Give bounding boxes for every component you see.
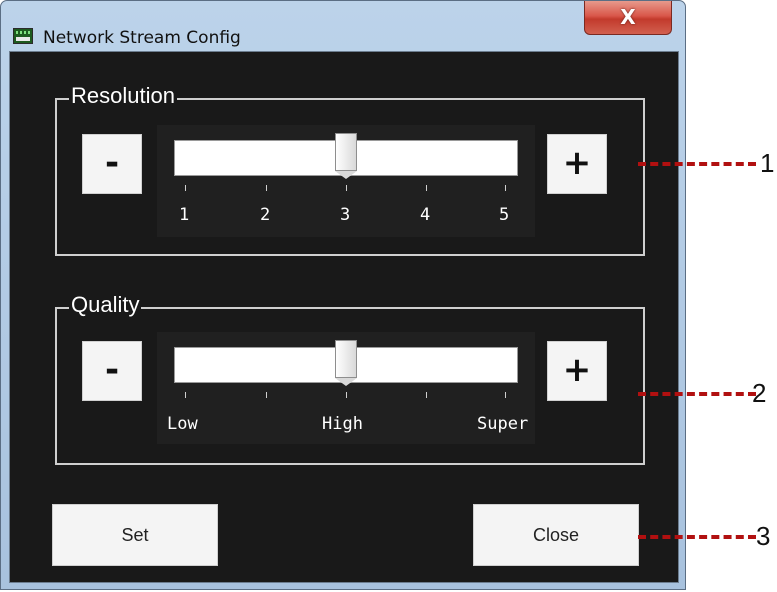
quality-slider-thumb[interactable]	[335, 340, 357, 378]
quality-tick	[505, 392, 506, 398]
resolution-tick-label: 3	[340, 205, 351, 225]
window-close-button[interactable]: X	[584, 1, 672, 35]
close-button[interactable]: Close	[473, 504, 639, 566]
callout-number-3: 3	[756, 521, 771, 551]
resolution-tick	[185, 185, 186, 191]
callout-number-1: 1	[760, 148, 775, 178]
app-icon	[13, 28, 33, 44]
resolution-tick	[346, 185, 347, 191]
quality-group: Quality - Low High Super +	[55, 290, 645, 465]
callout-number-2: 2	[752, 378, 767, 408]
resolution-tick-label: 1	[179, 205, 190, 225]
quality-tick	[426, 392, 427, 398]
client-area: Resolution - 1 2 3 4 5 + Quality - Low H…	[9, 51, 679, 583]
resolution-slider-thumb[interactable]	[335, 133, 357, 171]
resolution-decrease-button[interactable]: -	[82, 134, 142, 194]
callout-line-2	[638, 392, 756, 396]
resolution-increase-button[interactable]: +	[547, 134, 607, 194]
resolution-tick	[266, 185, 267, 191]
dialog-window: Network Stream Config X Resolution - 1 2…	[0, 0, 686, 590]
quality-tick	[346, 392, 347, 398]
resolution-tick-label: 5	[499, 205, 510, 225]
title-bar[interactable]: Network Stream Config X	[1, 1, 685, 51]
callout-line-3	[638, 535, 756, 539]
quality-increase-button[interactable]: +	[547, 341, 607, 401]
callout-line-1	[638, 162, 756, 166]
set-button[interactable]: Set	[52, 504, 218, 566]
quality-tick-label: Low	[167, 414, 198, 434]
resolution-tick-label: 2	[260, 205, 271, 225]
quality-label: Quality	[69, 290, 142, 320]
quality-slider[interactable]: Low High Super	[157, 332, 535, 444]
quality-thumb-pointer	[335, 378, 357, 386]
quality-decrease-button[interactable]: -	[82, 341, 142, 401]
resolution-tick	[505, 185, 506, 191]
quality-tick-label: Super	[477, 414, 529, 434]
quality-tick	[185, 392, 186, 398]
resolution-slider[interactable]: 1 2 3 4 5	[157, 125, 535, 237]
quality-tick-label: High	[322, 414, 363, 434]
resolution-group: Resolution - 1 2 3 4 5 +	[55, 81, 645, 256]
resolution-thumb-pointer	[335, 171, 357, 179]
resolution-tick-label: 4	[420, 205, 431, 225]
resolution-label: Resolution	[69, 81, 177, 111]
resolution-tick	[426, 185, 427, 191]
close-icon: X	[620, 5, 636, 29]
quality-tick	[266, 392, 267, 398]
window-title: Network Stream Config	[43, 28, 241, 48]
